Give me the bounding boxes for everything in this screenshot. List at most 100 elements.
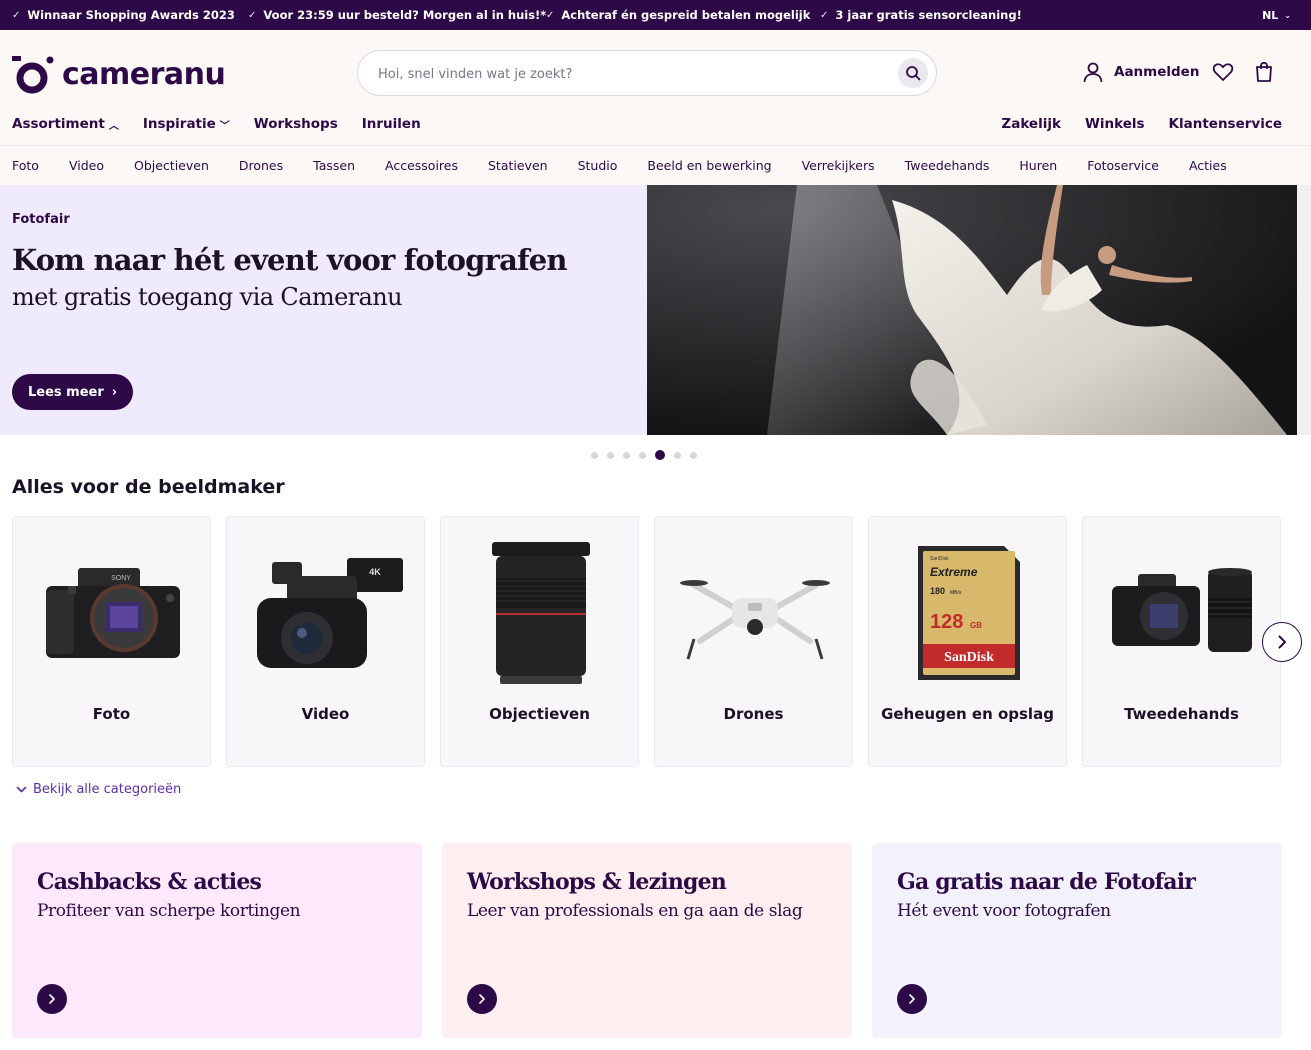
login-label: Aanmelden xyxy=(1114,64,1200,80)
view-all-categories-link[interactable]: Bekijk alle categorieën xyxy=(16,782,181,797)
promo-subtitle: Hét event voor fotografen xyxy=(897,901,1111,921)
category-nav-item[interactable]: Foto xyxy=(12,158,39,173)
chevron-right-icon: › xyxy=(111,384,118,400)
category-nav-item[interactable]: Beeld en bewerking xyxy=(647,158,771,173)
hero-title: Kom naar hét event voor fotografen xyxy=(12,243,568,277)
nav-zakelijk[interactable]: Zakelijk xyxy=(1001,116,1061,132)
pagination-dot[interactable] xyxy=(639,451,646,459)
promo-subtitle: Profiteer van scherpe kortingen xyxy=(37,901,301,921)
pagination-dot[interactable] xyxy=(690,451,697,459)
category-nav-item[interactable]: Statieven xyxy=(488,158,548,173)
nav-assortiment[interactable]: Assortiment ︿ xyxy=(12,116,119,132)
usp-text: Achteraf én gespreid betalen mogelijk xyxy=(561,8,811,22)
pagination-dot[interactable] xyxy=(607,451,614,459)
usp-text: 3 jaar gratis sensorcleaning! xyxy=(835,8,1022,22)
search-input[interactable] xyxy=(378,63,878,85)
pagination-dot[interactable] xyxy=(623,451,630,459)
check-icon: ✓ xyxy=(12,9,21,21)
category-nav-item[interactable]: Accessoires xyxy=(385,158,458,173)
category-nav: Foto Video Objectieven Drones Tassen Acc… xyxy=(0,145,1311,185)
chevron-right-icon xyxy=(479,994,485,1004)
category-nav-item[interactable]: Studio xyxy=(578,158,618,173)
secondary-nav: Zakelijk Winkels Klantenservice xyxy=(1001,116,1282,132)
hero-image-dancer[interactable] xyxy=(647,185,1297,435)
promo-arrow-button[interactable] xyxy=(37,984,67,1014)
category-card-tweedehands[interactable]: Tweedehands xyxy=(1082,516,1281,767)
language-selector[interactable]: NL ⌄ xyxy=(1262,0,1291,30)
cart-button[interactable] xyxy=(1254,61,1274,87)
usp-text: Voor 23:59 uur besteld? Morgen al in hui… xyxy=(263,8,547,22)
promo-card-fotofair[interactable]: Ga gratis naar de Fotofair Hét event voo… xyxy=(872,843,1282,1038)
promo-card-workshops[interactable]: Workshops & lezingen Leer van profession… xyxy=(442,843,852,1038)
sd-card-capacity-unit: GB xyxy=(970,621,982,630)
chevron-right-icon xyxy=(909,994,915,1004)
camera-with-lens-icon xyxy=(1083,533,1282,693)
chevron-right-icon xyxy=(1278,635,1286,649)
category-nav-item[interactable]: Drones xyxy=(239,158,283,173)
category-nav-item[interactable]: Tassen xyxy=(313,158,355,173)
shopping-bag-icon xyxy=(1256,61,1272,82)
chevron-right-icon xyxy=(49,994,55,1004)
pagination-dot[interactable] xyxy=(674,451,681,459)
usp-item: ✓ Voor 23:59 uur besteld? Morgen al in hu… xyxy=(248,0,546,30)
promo-arrow-button[interactable] xyxy=(467,984,497,1014)
nav-winkels[interactable]: Winkels xyxy=(1085,116,1145,132)
check-icon: ✓ xyxy=(248,9,257,21)
promo-title: Ga gratis naar de Fotofair xyxy=(897,869,1196,895)
camcorder-icon: 4K xyxy=(227,533,426,693)
category-label: Geheugen en opslag xyxy=(881,705,1054,723)
drone-icon xyxy=(655,533,854,693)
sd-card-brand: SanDisk xyxy=(944,650,994,665)
section-title: Alles voor de beeldmaker xyxy=(12,476,285,498)
wishlist-button[interactable] xyxy=(1212,61,1234,87)
promo-title: Workshops & lezingen xyxy=(467,869,727,895)
login-link[interactable]: Aanmelden xyxy=(1082,61,1199,83)
usp-text: Winnaar Shopping Awards 2023 xyxy=(27,8,235,22)
sd-card-product-line: Extreme xyxy=(930,565,978,579)
hero-read-more-button[interactable]: Lees meer › xyxy=(12,374,134,410)
category-nav-item[interactable]: Verrekijkers xyxy=(802,158,875,173)
svg-text:SONY: SONY xyxy=(111,575,131,582)
category-nav-item[interactable]: Video xyxy=(69,158,104,173)
chevron-down-icon xyxy=(16,786,27,793)
language-label: NL xyxy=(1262,8,1279,22)
category-label: Tweedehands xyxy=(1124,705,1239,723)
nav-inspiratie[interactable]: Inspiratie ﹀ xyxy=(143,116,230,132)
check-icon: ✓ xyxy=(820,9,829,21)
category-nav-item[interactable]: Acties xyxy=(1189,158,1227,173)
chevron-down-icon: ﹀ xyxy=(219,120,230,132)
category-nav-item[interactable]: Fotoservice xyxy=(1087,158,1159,173)
nav-inruilen[interactable]: Inruilen xyxy=(362,116,421,132)
sd-card-capacity: 128 xyxy=(930,611,963,633)
carousel-next-button[interactable] xyxy=(1262,622,1302,662)
category-nav-item[interactable]: Objectieven xyxy=(134,158,209,173)
logo[interactable]: cameranu xyxy=(12,54,226,94)
promo-arrow-button[interactable] xyxy=(897,984,927,1014)
category-nav-item[interactable]: Huren xyxy=(1019,158,1057,173)
category-card-objectieven[interactable]: Objectieven xyxy=(440,516,639,767)
pagination-dot[interactable] xyxy=(591,451,598,459)
pagination-dot-active[interactable] xyxy=(655,450,665,460)
category-card-video[interactable]: 4K Video xyxy=(226,516,425,767)
hero-banner: Fotofair Kom naar hét event voor fotogra… xyxy=(0,185,647,435)
category-card-geheugen[interactable]: SanDisk Extreme 180 MB/s 128 GB SanDisk … xyxy=(868,516,1067,767)
category-card-drones[interactable]: Drones xyxy=(654,516,853,767)
sd-card-speed: 180 xyxy=(930,586,945,596)
usp-item: ✓ Winnaar Shopping Awards 2023 xyxy=(12,0,235,30)
nav-klantenservice[interactable]: Klantenservice xyxy=(1169,116,1282,132)
site-header: cameranu Aanmelden Assortiment︿ Inspirat… xyxy=(0,30,1311,185)
category-label: Objectieven xyxy=(489,705,590,723)
nav-workshops[interactable]: Workshops xyxy=(254,116,338,132)
category-label: Drones xyxy=(723,705,784,723)
search-button[interactable] xyxy=(898,58,928,88)
svg-text:4K: 4K xyxy=(369,567,381,577)
user-icon xyxy=(1083,62,1103,83)
promo-subtitle: Leer van professionals en ga aan de slag xyxy=(467,901,803,921)
category-label: Foto xyxy=(92,705,131,723)
promo-card-cashbacks[interactable]: Cashbacks & acties Profiteer van scherpe… xyxy=(12,843,422,1038)
category-nav-item[interactable]: Tweedehands xyxy=(905,158,990,173)
hero-subtitle: met gratis toegang via Cameranu xyxy=(12,283,403,311)
promo-title: Cashbacks & acties xyxy=(37,869,262,895)
nav-label: Assortiment xyxy=(12,116,105,132)
category-card-foto[interactable]: SONY Foto xyxy=(12,516,211,767)
